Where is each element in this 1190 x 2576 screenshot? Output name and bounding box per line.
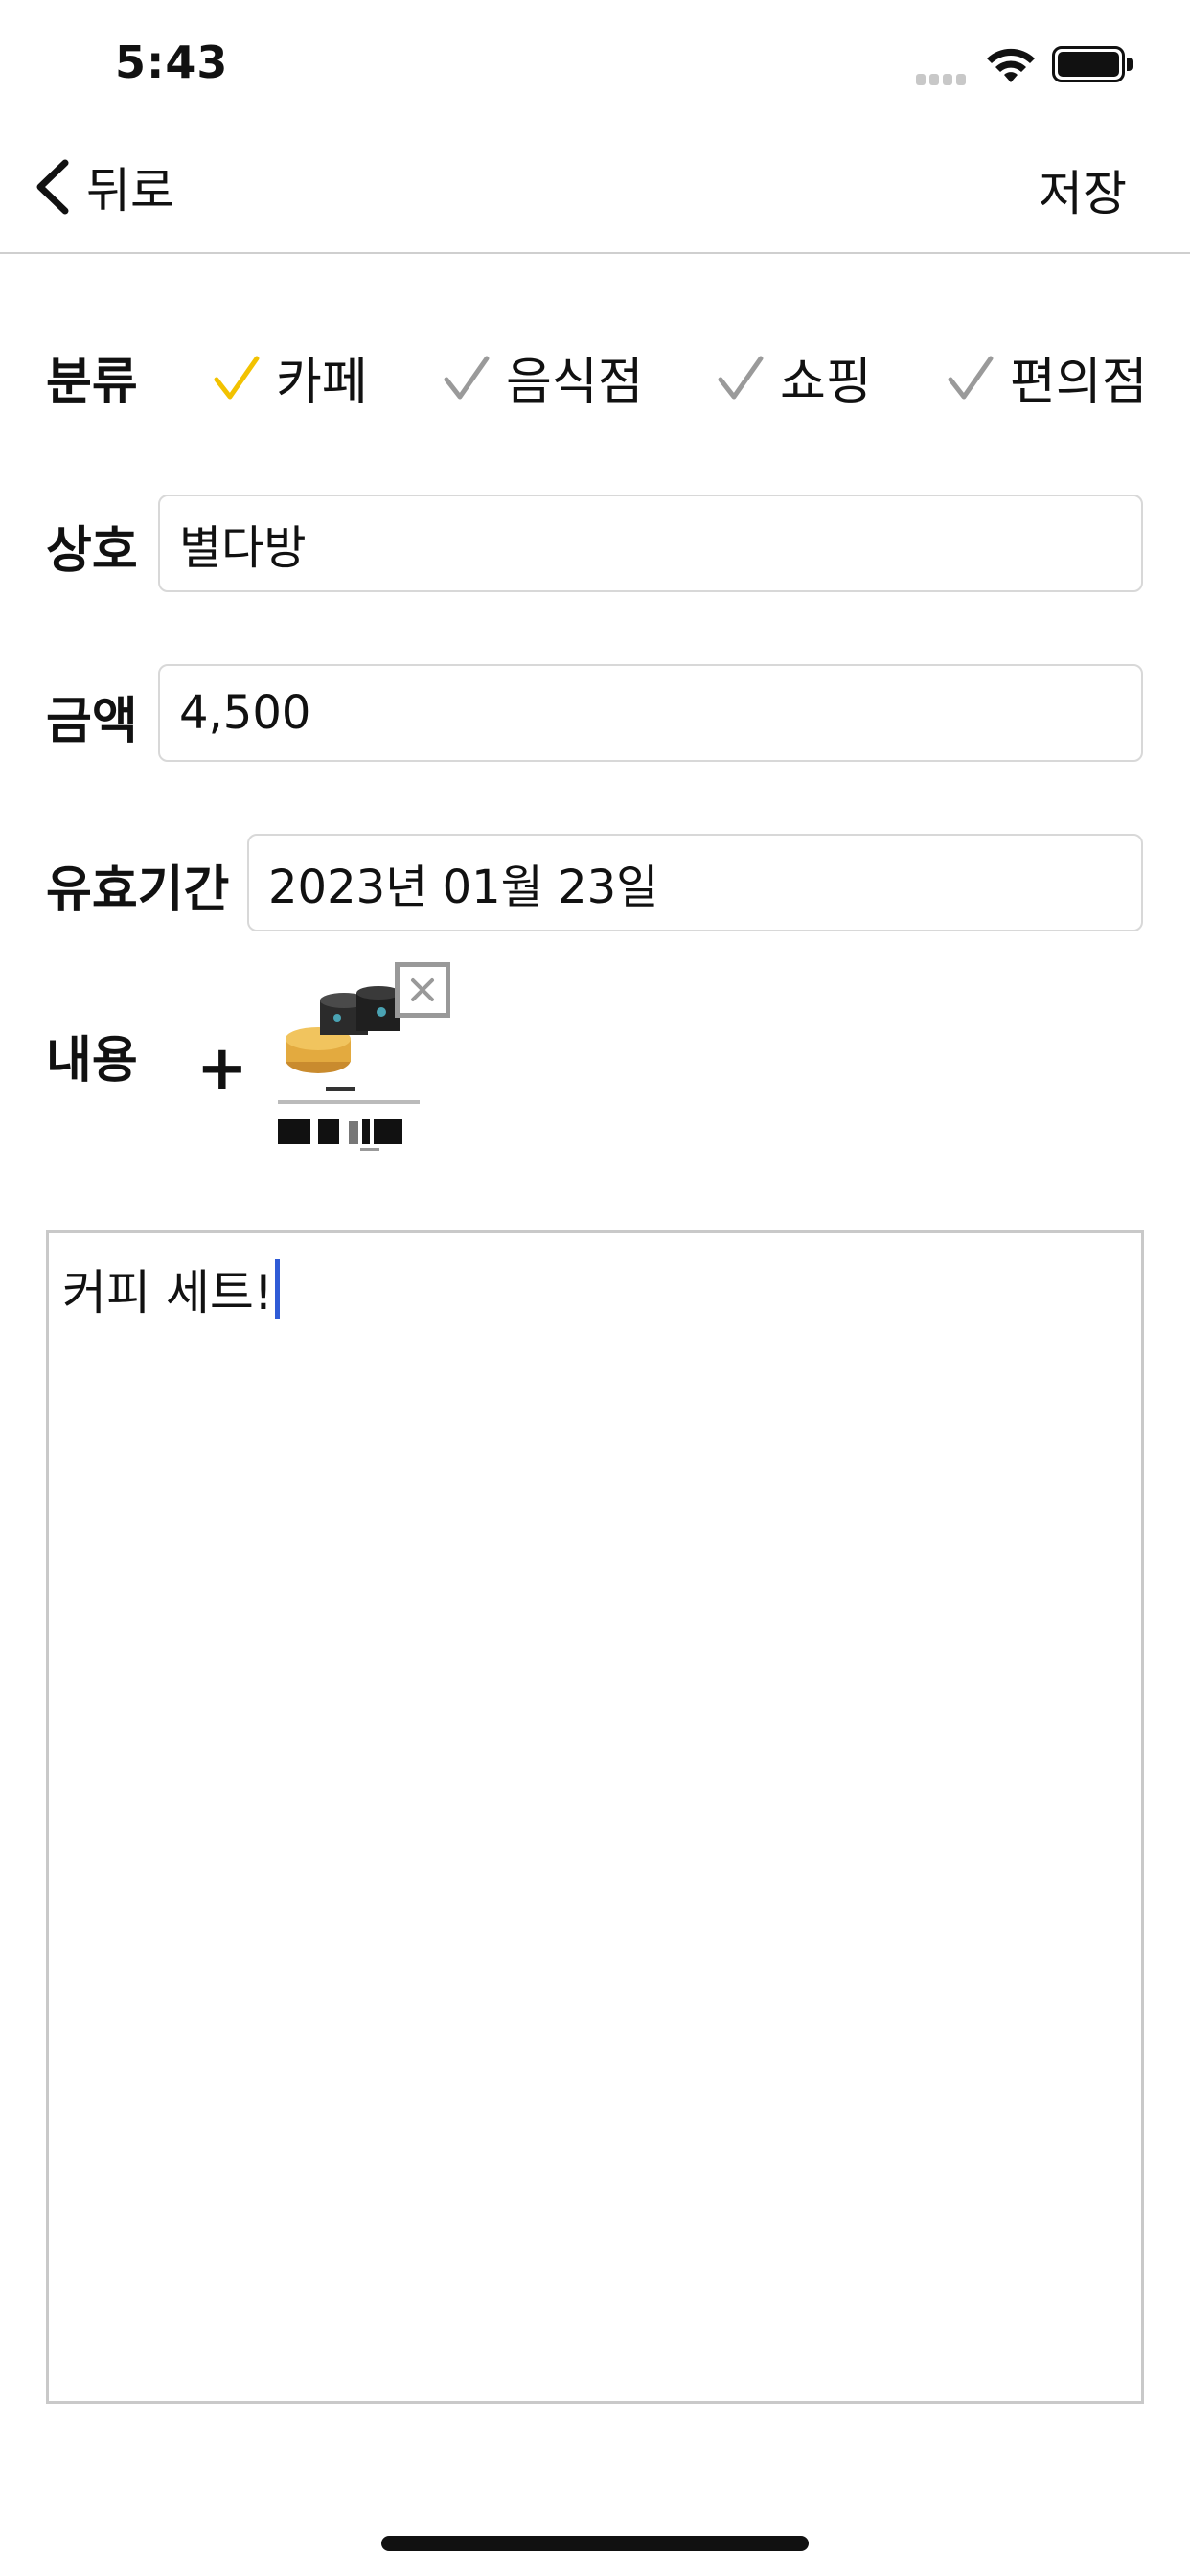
category-option-restaurant[interactable]: 음식점	[443, 341, 644, 413]
chevron-left-icon	[36, 159, 69, 215]
text-caret	[274, 1259, 280, 1319]
check-icon	[444, 356, 490, 399]
store-input[interactable]: 별다방	[158, 494, 1143, 592]
amount-label: 금액	[46, 693, 138, 750]
check-icon	[214, 356, 260, 399]
status-time: 5:43	[115, 36, 229, 88]
check-icon	[718, 356, 764, 399]
check-icon	[948, 356, 994, 399]
store-label: 상호	[46, 522, 138, 580]
category-label: 분류	[46, 354, 138, 411]
category-option-convenience-store[interactable]: 편의점	[947, 341, 1148, 413]
category-option-shopping[interactable]: 쇼핑	[717, 341, 872, 413]
category-option-label: 쇼핑	[780, 354, 872, 411]
battery-tip	[1127, 58, 1133, 71]
expiry-date-input[interactable]: 2023년 01월 23일	[247, 834, 1143, 932]
back-label: 뒤로	[86, 163, 174, 218]
memo-text: 커피 세트!	[62, 1265, 273, 1321]
amount-input[interactable]: 4,500	[158, 664, 1143, 762]
expiry-label: 유효기간	[46, 862, 230, 919]
category-option-cafe[interactable]: 카페	[213, 341, 368, 413]
save-button[interactable]: 저장	[1039, 155, 1127, 224]
wifi-icon	[987, 48, 1035, 82]
home-indicator[interactable]	[381, 2536, 809, 2551]
content-label: 내용	[46, 1032, 138, 1090]
add-image-button[interactable]: +	[196, 1033, 248, 1104]
back-button[interactable]: 뒤로	[29, 153, 174, 220]
memo-textarea[interactable]: 커피 세트!	[46, 1230, 1144, 2404]
category-option-label: 음식점	[506, 354, 644, 411]
category-option-label: 편의점	[1010, 354, 1148, 411]
remove-image-button[interactable]	[395, 962, 450, 1018]
nav-divider	[0, 252, 1190, 254]
category-option-label: 카페	[276, 354, 368, 411]
cellular-signal-icon	[916, 71, 970, 85]
battery-icon	[1052, 46, 1125, 82]
close-icon	[411, 978, 434, 1001]
